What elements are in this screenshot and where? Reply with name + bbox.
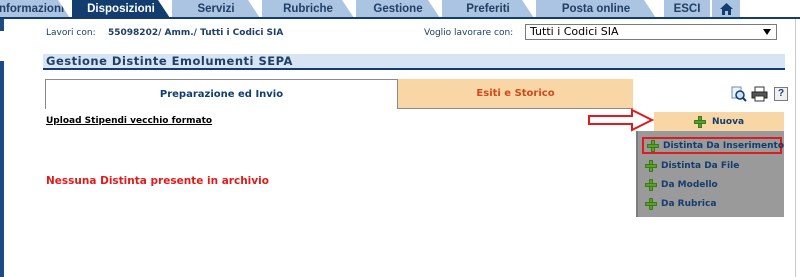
upload-stipendi-link[interactable]: Upload Stipendi vecchio formato	[46, 116, 212, 126]
tab-esiti-storico[interactable]: Esiti e Storico	[398, 79, 633, 109]
nuova-label: Nuova	[711, 116, 745, 127]
annotation-arrow	[588, 108, 654, 132]
plus-icon	[645, 178, 657, 191]
menu-item-label: Da Modello	[661, 179, 718, 190]
voglio-lavorare-label: Voglio lavorare con:	[424, 28, 514, 38]
plus-icon	[645, 197, 657, 210]
plus-icon	[645, 159, 657, 172]
plus-icon	[647, 139, 659, 152]
tab-posta-online[interactable]: Posta online	[536, 0, 656, 18]
nav-divider	[0, 17, 800, 19]
menu-item-label: Distinta Da Inserimento	[663, 140, 785, 151]
menu-item-label: Distinta Da File	[661, 160, 740, 171]
tab-preferiti[interactable]: Preferiti	[442, 0, 534, 18]
menu-item-distinta-da-inserimento[interactable]: Distinta Da Inserimento	[642, 137, 785, 154]
nuova-dropdown-menu: Distinta Da Inserimento Distinta Da File…	[636, 131, 784, 217]
plus-icon	[693, 115, 706, 128]
menu-item-da-rubrica[interactable]: Da Rubrica	[642, 195, 782, 212]
tab-esci[interactable]: ESCI	[664, 0, 710, 18]
nuova-button[interactable]: Nuova	[654, 112, 784, 131]
tab-servizi[interactable]: Servizi	[172, 0, 260, 18]
tab-rubriche[interactable]: Rubriche	[262, 0, 354, 18]
lavori-con-value: 55098202/ Amm./ Tutti i Codici SIA	[108, 28, 284, 38]
menu-item-da-modello[interactable]: Da Modello	[642, 176, 782, 193]
top-nav: Informazioni Disposizioni Servizi Rubric…	[0, 0, 800, 18]
menu-item-label: Da Rubrica	[661, 198, 717, 209]
tab-gestione[interactable]: Gestione	[356, 0, 440, 18]
left-bar	[0, 19, 4, 277]
lavori-con-label: Lavori con:	[46, 28, 96, 38]
tab-informazioni[interactable]: Informazioni	[0, 0, 70, 18]
print-icon[interactable]	[751, 86, 768, 102]
home-icon	[719, 3, 733, 15]
page-title: Gestione Distinte Emolumenti SEPA	[43, 54, 785, 70]
tab-disposizioni[interactable]: Disposizioni	[72, 0, 170, 18]
help-button[interactable]: ?	[774, 87, 788, 101]
right-border	[795, 19, 796, 277]
voglio-lavorare-select[interactable]: Tutti i Codici SIA	[525, 24, 777, 40]
tab-preparazione-invio[interactable]: Preparazione ed Invio	[45, 79, 398, 109]
voglio-lavorare-value: Tutti i Codici SIA	[530, 25, 619, 38]
chevron-down-icon	[763, 29, 771, 35]
home-button[interactable]	[712, 0, 740, 18]
menu-item-distinta-da-file[interactable]: Distinta Da File	[642, 157, 782, 174]
search-icon[interactable]	[731, 86, 747, 102]
empty-archive-message: Nessuna Distinta presente in archivio	[46, 175, 269, 187]
